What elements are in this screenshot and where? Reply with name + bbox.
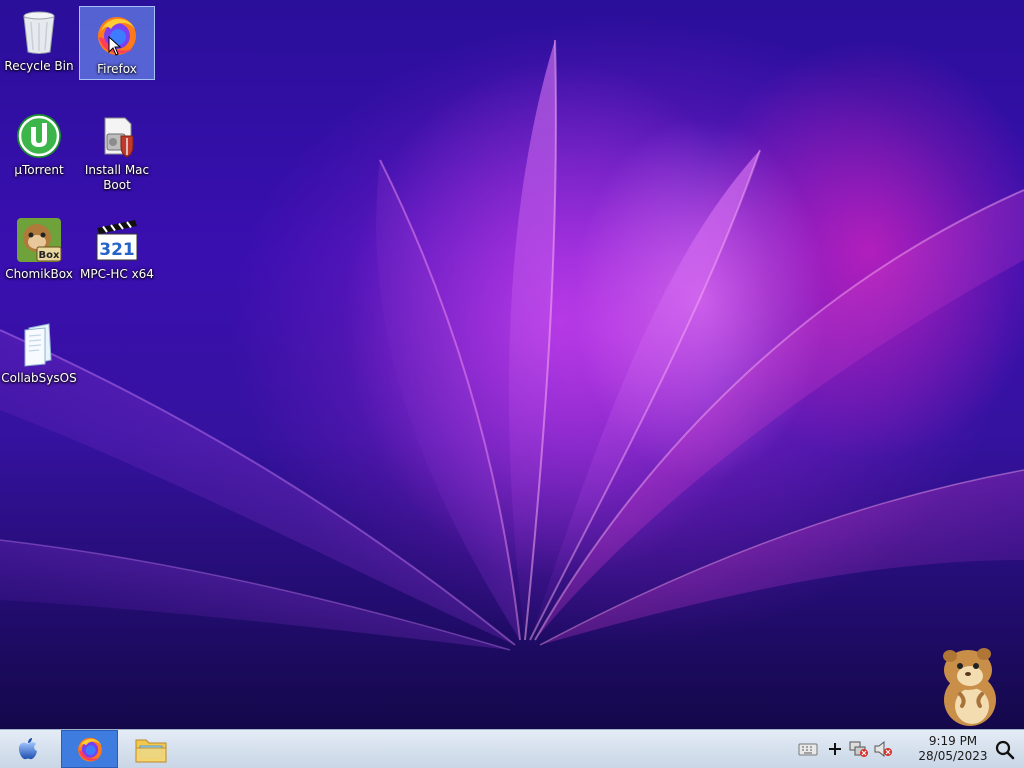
desktop-icon-label: MPC-HC x64 bbox=[80, 267, 154, 281]
desktop-icon-mpc-hc[interactable]: 321 MPC-HC x64 bbox=[79, 212, 155, 286]
chomikbox-icon: Box bbox=[17, 218, 62, 262]
search-button[interactable] bbox=[994, 739, 1016, 761]
mouse-cursor-icon bbox=[108, 36, 122, 56]
desktop-icon-install-mac-boot[interactable]: Install Mac Boot bbox=[79, 108, 155, 194]
mpc-hc-badge-text: 321 bbox=[99, 240, 135, 260]
desktop-icon-recycle-bin[interactable]: Recycle Bin bbox=[1, 4, 77, 78]
keyboard-tray[interactable] bbox=[797, 739, 819, 759]
desktop-icon-label: CollabSysOS bbox=[1, 371, 77, 385]
apple-icon bbox=[18, 738, 37, 760]
taskbar-clock[interactable]: 9:19 PM 28/05/2023 bbox=[912, 732, 994, 766]
plus-icon bbox=[829, 743, 841, 755]
search-icon bbox=[995, 740, 1015, 760]
desktop-icon-label: ChomikBox bbox=[5, 267, 73, 281]
folder-icon bbox=[135, 739, 167, 763]
installer-shield-icon bbox=[104, 117, 134, 158]
start-button[interactable] bbox=[6, 730, 50, 768]
mpc-hc-icon: 321 bbox=[96, 220, 138, 261]
desktop-icon-label: µTorrent bbox=[14, 163, 64, 177]
utorrent-icon bbox=[17, 114, 61, 158]
hamster-mascot[interactable] bbox=[936, 644, 1006, 728]
network-tray[interactable] bbox=[848, 739, 870, 759]
keyboard-icon bbox=[798, 743, 818, 756]
volume-muted-icon bbox=[874, 740, 892, 758]
clock-date: 28/05/2023 bbox=[918, 749, 988, 763]
firefox-icon bbox=[77, 737, 102, 762]
chomikbox-badge-text: Box bbox=[39, 250, 60, 261]
desktop-icon-firefox[interactable]: Firefox bbox=[79, 6, 155, 80]
volume-tray[interactable] bbox=[872, 739, 894, 759]
desktop-icon-label: Install Mac Boot bbox=[84, 163, 150, 192]
clock-time: 9:19 PM bbox=[928, 734, 978, 748]
network-disconnected-icon bbox=[849, 741, 868, 757]
desktop-icon-utorrent[interactable]: µTorrent bbox=[1, 108, 77, 182]
desktop-icon-label: Recycle Bin bbox=[4, 59, 74, 73]
desktop[interactable]: Recycle Bin Firefox µTorrent Install Mac… bbox=[0, 0, 1024, 729]
taskbar-firefox-button[interactable] bbox=[61, 730, 118, 768]
desktop-icon-collabsysos[interactable]: CollabSysOS bbox=[1, 316, 77, 390]
taskbar: 9:19 PM 28/05/2023 bbox=[0, 729, 1024, 768]
desktop-icon-label: Firefox bbox=[97, 62, 137, 76]
recycle-bin-icon bbox=[23, 11, 55, 54]
desktop-icon-chomikbox[interactable]: Box ChomikBox bbox=[1, 212, 77, 286]
documents-icon bbox=[24, 323, 52, 367]
add-tray-button[interactable] bbox=[824, 739, 846, 759]
taskbar-explorer-button[interactable] bbox=[126, 730, 176, 768]
